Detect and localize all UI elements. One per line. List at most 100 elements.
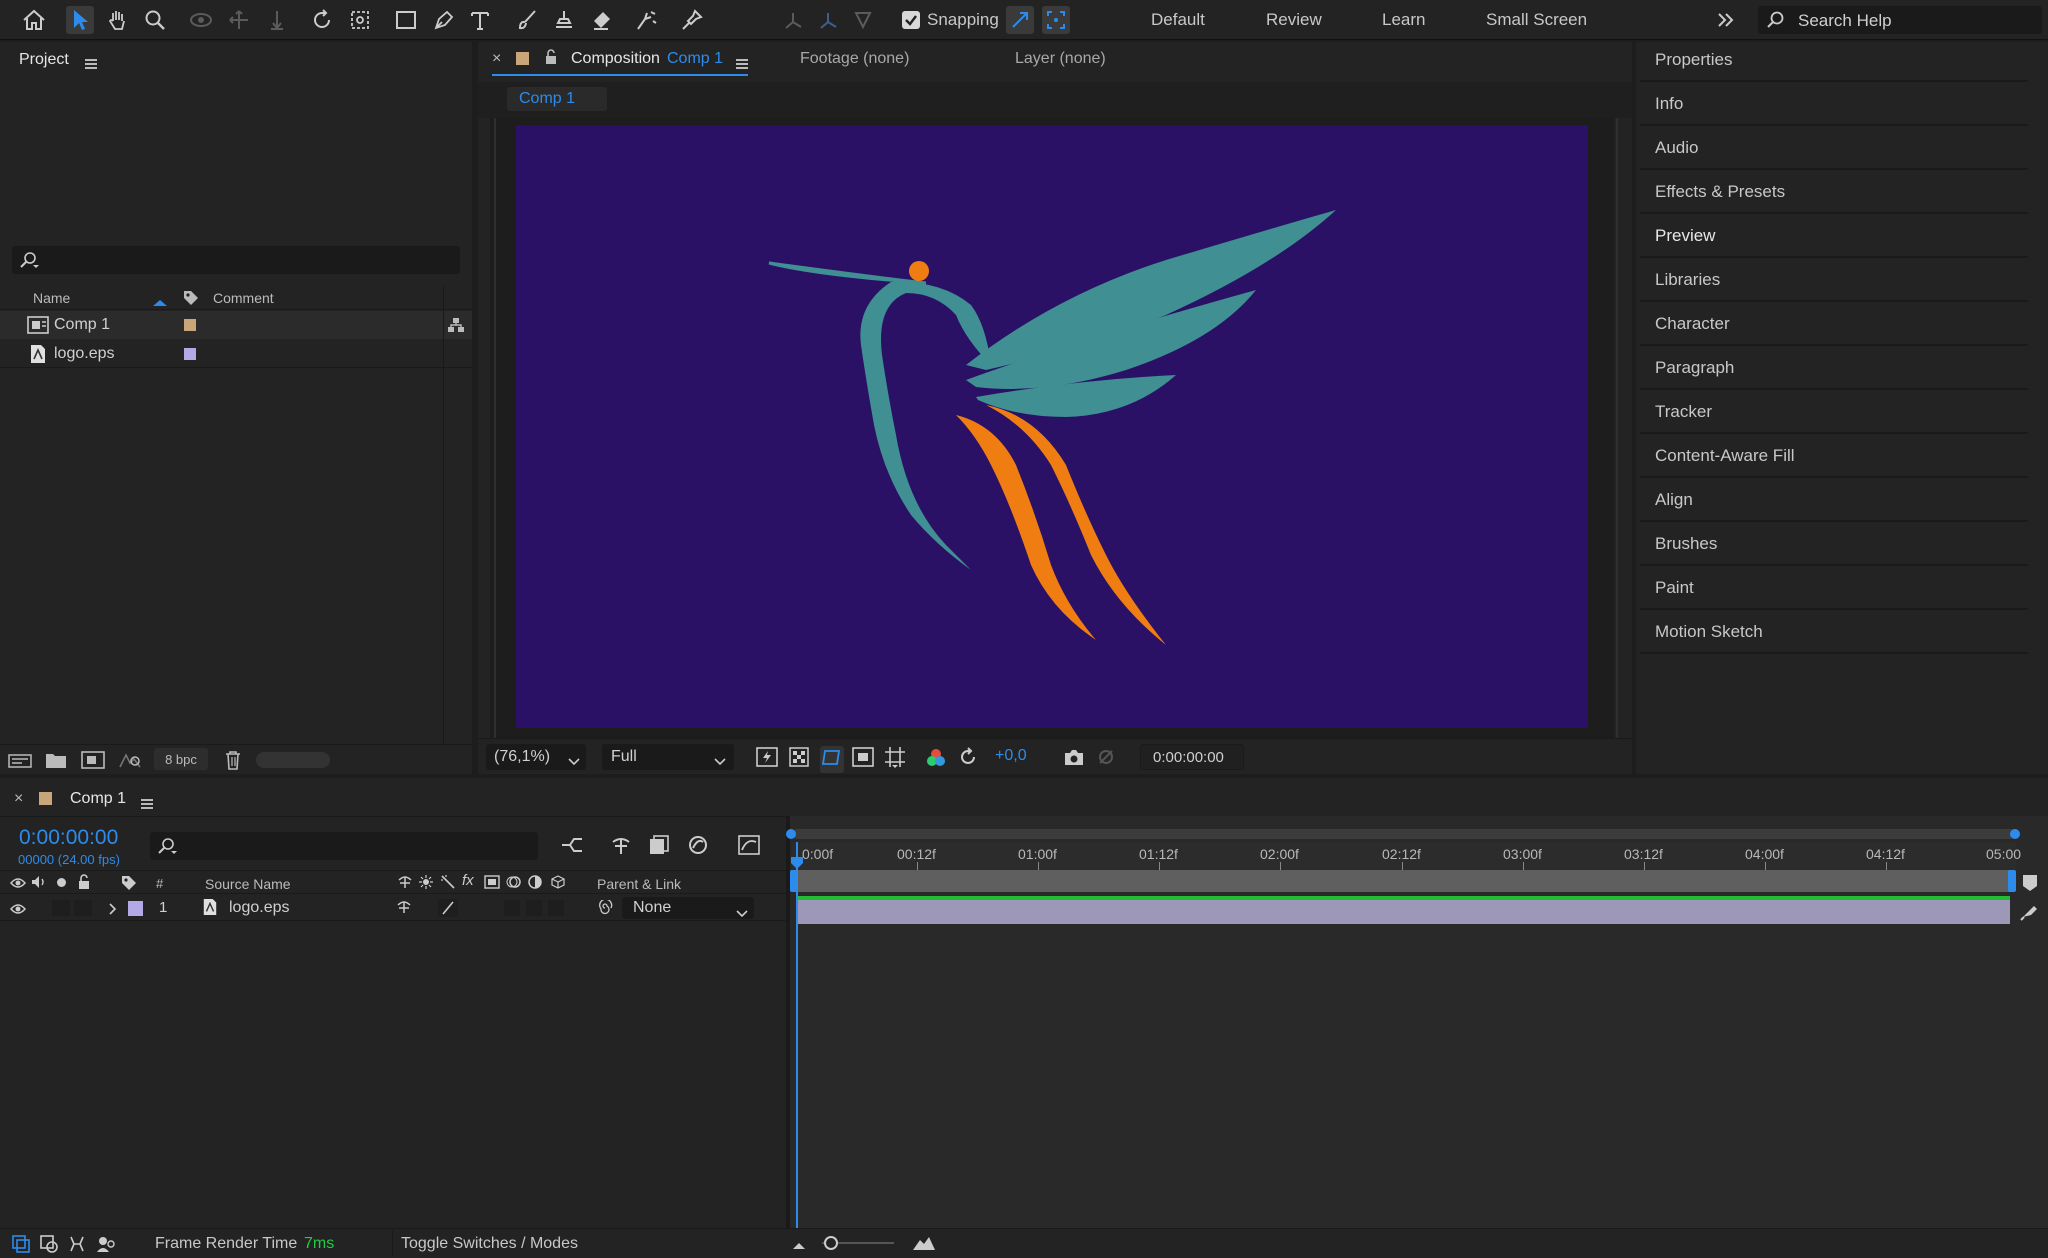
label-tag-icon[interactable]	[120, 874, 138, 897]
pan-camera-icon[interactable]	[225, 6, 253, 34]
search-help-input[interactable]: Search Help	[1758, 6, 2042, 34]
selection-tool-icon[interactable]	[66, 6, 94, 34]
lock-icon[interactable]	[77, 874, 91, 895]
name-column-header[interactable]: Name	[33, 290, 70, 306]
rectangle-tool-icon[interactable]	[392, 6, 420, 34]
channel-rgb-icon[interactable]	[926, 748, 946, 773]
solo-icon[interactable]	[57, 878, 66, 887]
render-time-icon[interactable]	[96, 1235, 116, 1258]
axis-local-icon[interactable]	[779, 6, 807, 34]
adjustment-layer-icon[interactable]	[528, 875, 542, 894]
close-timeline-button[interactable]: ×	[14, 790, 23, 808]
transfer-controls-icon[interactable]	[40, 1235, 58, 1258]
label-color-swatch[interactable]	[184, 319, 196, 331]
mask-visibility-icon[interactable]	[820, 746, 844, 773]
zoom-slider-thumb[interactable]	[824, 1236, 838, 1250]
collapse-transform-icon[interactable]	[419, 875, 433, 894]
comp-canvas[interactable]	[516, 125, 1588, 728]
panel-libraries[interactable]: Libraries	[1640, 260, 2028, 302]
zoom-out-icon[interactable]	[792, 1237, 806, 1255]
workspace-small-screen[interactable]: Small Screen	[1486, 10, 1587, 30]
interpret-footage-icon[interactable]	[8, 752, 32, 773]
panel-tracker[interactable]: Tracker	[1640, 392, 2028, 434]
chevron-right-icon[interactable]	[109, 902, 117, 920]
sort-ascending-icon[interactable]	[152, 294, 168, 312]
snap-edges-icon[interactable]	[1006, 6, 1034, 34]
snapping-checkbox[interactable]	[902, 11, 920, 29]
panel-paragraph[interactable]: Paragraph	[1640, 348, 2028, 390]
axis-world-icon[interactable]	[814, 6, 842, 34]
shy-icon[interactable]	[397, 875, 413, 894]
panel-properties[interactable]: Properties	[1640, 40, 2028, 82]
panel-info[interactable]: Info	[1640, 84, 2028, 126]
thumbnail-scroll-slider[interactable]	[256, 752, 330, 768]
timeline-timecode[interactable]: 0:00:00:00	[19, 826, 118, 850]
dolly-camera-icon[interactable]	[263, 6, 291, 34]
workspace-learn[interactable]: Learn	[1382, 10, 1425, 30]
work-area-end-marker[interactable]	[2008, 870, 2016, 892]
in-out-panel-icon[interactable]	[68, 1235, 86, 1258]
panel-menu-icon[interactable]	[736, 59, 748, 69]
workspace-default[interactable]: Default	[1151, 10, 1205, 30]
motion-blur-icon[interactable]	[506, 875, 522, 894]
trash-icon[interactable]	[224, 750, 242, 775]
fast-previews-icon[interactable]	[756, 747, 778, 772]
comp-button-icon[interactable]	[2020, 903, 2040, 926]
new-folder-icon[interactable]	[45, 751, 67, 774]
current-time-indicator[interactable]	[796, 842, 798, 1228]
transparency-grid-icon[interactable]	[789, 747, 809, 772]
bit-depth-button[interactable]: 8 bpc	[154, 748, 208, 770]
viewer-scrollbar[interactable]	[494, 118, 496, 772]
work-area-end-handle[interactable]	[2010, 829, 2020, 839]
timeline-comp-tab[interactable]: Comp 1	[70, 790, 126, 808]
close-panel-button[interactable]: ×	[492, 50, 501, 68]
project-search-input[interactable]	[12, 246, 460, 274]
current-time-field[interactable]: 0:00:00:00	[1140, 744, 1244, 770]
snapshot-camera-icon[interactable]	[1063, 748, 1085, 771]
adjustment-switch[interactable]	[526, 900, 542, 916]
comment-column-header[interactable]: Comment	[213, 290, 274, 306]
quality-icon[interactable]	[441, 875, 455, 894]
region-of-interest-icon[interactable]	[852, 747, 874, 772]
parent-link-header[interactable]: Parent & Link	[597, 876, 681, 892]
panel-motion-sketch[interactable]: Motion Sketch	[1640, 612, 2028, 654]
flowchart-icon[interactable]	[447, 317, 465, 338]
project-title[interactable]: Project	[19, 51, 69, 69]
work-area-bar[interactable]	[792, 829, 2016, 839]
layer-switches-icon[interactable]	[12, 1235, 30, 1258]
audio-icon[interactable]	[31, 875, 47, 894]
frame-blend-icon[interactable]	[484, 875, 500, 894]
composition-mini-flowchart-icon[interactable]	[560, 835, 584, 860]
zoom-tool-icon[interactable]	[141, 6, 169, 34]
3d-switch[interactable]	[548, 900, 564, 916]
work-area-region[interactable]	[796, 870, 2010, 892]
workspace-review[interactable]: Review	[1266, 10, 1322, 30]
project-settings-icon[interactable]	[118, 751, 142, 774]
reset-exposure-icon[interactable]	[958, 747, 978, 772]
motion-blur-switch[interactable]	[504, 900, 520, 916]
panel-align[interactable]: Align	[1640, 480, 2028, 522]
draft-3d-icon[interactable]	[610, 834, 632, 861]
playhead-handle-icon[interactable]	[790, 856, 804, 875]
layer-duration-bar[interactable]	[796, 900, 2010, 924]
magnification-select[interactable]: (76,1%)	[486, 744, 586, 770]
panel-menu-icon[interactable]	[141, 799, 153, 809]
panel-content-aware-fill[interactable]: Content-Aware Fill	[1640, 436, 2028, 478]
show-snapshot-icon[interactable]	[1096, 748, 1116, 771]
parent-select[interactable]: None	[622, 897, 754, 919]
type-tool-icon[interactable]	[466, 6, 494, 34]
time-ruler[interactable]: 0:00f 00:12f 01:00f 01:12f 02:00f 02:12f…	[792, 842, 2021, 870]
viewer-scrollbar[interactable]	[1616, 118, 1618, 772]
panel-preview[interactable]: Preview	[1640, 216, 2028, 258]
project-item-logo[interactable]: logo.eps	[0, 340, 472, 368]
comp-subtab[interactable]: Comp 1	[507, 87, 607, 111]
brush-tool-icon[interactable]	[513, 6, 541, 34]
lock-toggle[interactable]	[74, 900, 92, 916]
layer-row[interactable]: 1 logo.eps None	[0, 895, 790, 921]
shy-switch-icon[interactable]	[396, 900, 412, 919]
panel-brushes[interactable]: Brushes	[1640, 524, 2028, 566]
timeline-search-input[interactable]	[150, 832, 538, 860]
panel-character[interactable]: Character	[1640, 304, 2028, 346]
work-area-start-handle[interactable]	[786, 829, 796, 839]
eraser-tool-icon[interactable]	[587, 6, 615, 34]
